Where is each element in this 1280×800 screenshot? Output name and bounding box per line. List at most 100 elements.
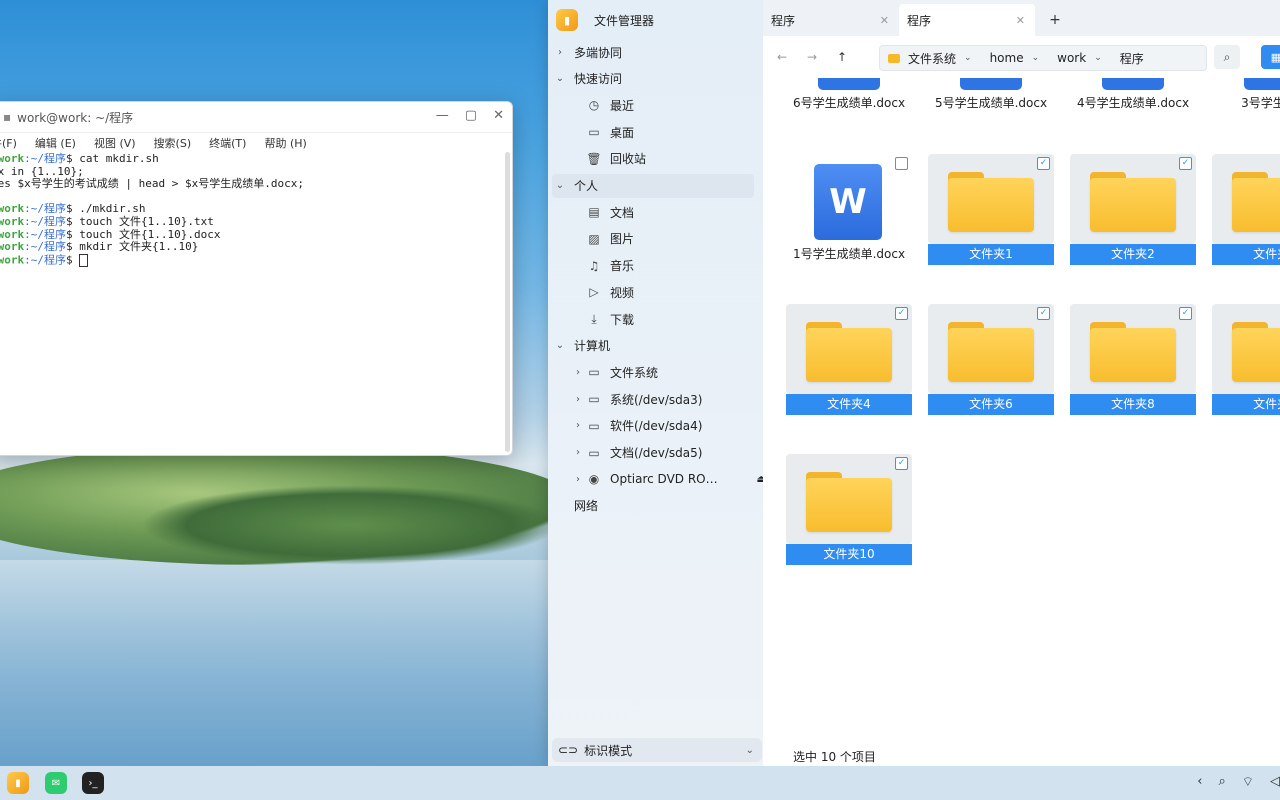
file-label[interactable]: 4号学生成绩单.docx xyxy=(1070,94,1196,111)
file-manager-window[interactable]: ▮ 文件管理器 › 多端协同 ⌄ 快速访问 ◷ 最近 ▭ 桌面 🗑 回收站 ⌄ 个人 ▤ 文档 ▨ 图片 ♫ 音乐… xyxy=(548,0,1280,766)
chevron-icon[interactable]: ⌄ xyxy=(552,340,568,351)
sidebar-item[interactable]: ⌄ 快速访问 xyxy=(552,67,754,91)
sidebar-item[interactable]: 🗑 回收站 xyxy=(552,147,772,171)
chevron-icon[interactable]: › xyxy=(552,47,568,58)
sidebar-item[interactable]: ♫ 音乐 xyxy=(552,254,772,278)
folder-item[interactable]: ✓ 文件夹6 xyxy=(928,304,1054,416)
file-label[interactable]: 5号学生成绩单.docx xyxy=(928,94,1054,111)
checkbox[interactable] xyxy=(895,157,908,170)
folder-item[interactable]: ✓ 文件夹4 xyxy=(786,304,912,416)
folder-item[interactable]: ✓文件夹3 xyxy=(1212,154,1280,266)
prompt-user: @work xyxy=(0,214,25,228)
maximize-icon[interactable]: ▢ xyxy=(465,108,477,123)
breadcrumb-item[interactable]: 程序 xyxy=(1120,50,1144,67)
checkbox[interactable]: ✓ xyxy=(1179,307,1192,320)
sidebar-item[interactable]: ◷ 最近 xyxy=(552,93,772,117)
terminal-menu-item[interactable]: 编辑 (E) xyxy=(35,135,76,151)
sidebar-item[interactable]: › 多端协同 xyxy=(552,40,754,64)
volume-icon[interactable]: ◁ xyxy=(1270,774,1280,790)
folder-icon xyxy=(806,322,892,382)
breadcrumb-item[interactable]: work ⌄ xyxy=(1057,51,1102,65)
minimize-icon[interactable]: — xyxy=(436,108,449,123)
terminal-menu-item[interactable]: 视图 (V) xyxy=(94,135,136,151)
folder-item[interactable]: ✓ 文件夹8 xyxy=(1070,304,1196,416)
file-item[interactable]: W 1号学生成绩单.docx xyxy=(786,154,912,266)
sidebar-item[interactable]: ⌄ 个人 xyxy=(552,173,754,198)
new-tab-button[interactable]: + xyxy=(1035,4,1075,36)
sidebar-item[interactable]: ▷ 视频 xyxy=(552,280,772,304)
sidebar-item-label: 网络 xyxy=(574,499,599,514)
terminal-output[interactable]: @work:~/程序$ cat mkdir.sh x in {1..10};ye… xyxy=(0,152,512,267)
checkbox[interactable]: ✓ xyxy=(895,457,908,470)
toolbar: ← → ↑ 文件系统 ⌄ home ⌄ work ⌄ 程序 ⌕ ▦ xyxy=(763,36,1280,78)
folder-item[interactable]: ✓ 文件夹1 xyxy=(928,154,1054,266)
terminal-window[interactable]: ▪ work@work: ~/程序 — ▢ ✕ 件(F) 编辑 (E) 视图 (V)… xyxy=(0,101,513,456)
file-label[interactable]: 6号学生成绩单.docx xyxy=(786,94,912,111)
chevron-icon[interactable]: › xyxy=(570,394,586,405)
chevron-icon[interactable]: › xyxy=(570,474,586,485)
terminal-menu-item[interactable]: 搜索(S) xyxy=(154,135,192,151)
sidebar-item[interactable]: ⌄ 计算机 xyxy=(552,334,754,358)
icon-view-button[interactable]: ▦ xyxy=(1261,45,1280,69)
search-icon[interactable]: ⌕ xyxy=(1218,774,1225,790)
terminal-menu-item[interactable]: 终端(T) xyxy=(209,135,246,151)
terminal-taskbar-icon[interactable]: ›_ xyxy=(82,772,104,794)
checkbox[interactable]: ✓ xyxy=(895,307,908,320)
breadcrumb-item[interactable]: 文件系统 ⌄ xyxy=(908,50,972,67)
command-text: $ mkdir 文件夹{1..10} xyxy=(66,240,199,254)
chevron-icon[interactable]: › xyxy=(570,367,586,378)
folder-icon xyxy=(1090,172,1176,232)
folder-icon xyxy=(1090,322,1176,382)
folder-item[interactable]: ✓ 文件夹10 xyxy=(786,454,912,566)
sidebar-item[interactable]: › ▭ 文档(/dev/sda5) xyxy=(552,441,772,465)
terminal-menu-item[interactable]: 件(F) xyxy=(0,135,17,151)
sidebar-item[interactable]: ▨ 图片 xyxy=(552,227,772,251)
close-icon[interactable]: ✕ xyxy=(1016,14,1025,27)
folder-item[interactable]: ✓ 文件夹2 xyxy=(1070,154,1196,266)
sidebar-item[interactable]: ⤓ 下载 xyxy=(552,307,772,331)
terminal-menu-item[interactable]: 帮助 (H) xyxy=(264,135,306,151)
document-icon xyxy=(1102,78,1164,90)
folder-icon xyxy=(806,472,892,532)
back-icon[interactable]: ← xyxy=(767,50,797,64)
folder-body xyxy=(806,478,892,532)
forward-icon[interactable]: → xyxy=(797,50,827,64)
sidebar-item-label: 软件(/dev/sda4) xyxy=(610,419,703,434)
sidebar-item[interactable]: 网络 xyxy=(552,494,754,518)
file-label[interactable]: 3号学生成绩 xyxy=(1212,94,1280,111)
chevron-left-icon[interactable]: ‹ xyxy=(1197,774,1202,790)
checkbox[interactable]: ✓ xyxy=(1037,307,1050,320)
sidebar-item[interactable]: ▤ 文档 xyxy=(552,200,772,224)
chevron-icon[interactable]: › xyxy=(570,420,586,431)
checkbox[interactable]: ✓ xyxy=(1037,157,1050,170)
store-taskbar-icon[interactable]: ✉ xyxy=(45,772,67,794)
wifi-icon[interactable]: ⌔ xyxy=(1242,774,1254,790)
sidebar-icon: ▭ xyxy=(588,392,600,407)
sidebar-item[interactable]: › ▭ 软件(/dev/sda4) xyxy=(552,414,772,438)
sidebar-item[interactable]: › ▭ 系统(/dev/sda3) xyxy=(552,387,772,411)
checkbox[interactable]: ✓ xyxy=(1179,157,1192,170)
terminal-scrollbar[interactable] xyxy=(505,152,510,452)
file-manager-taskbar-icon[interactable]: ▮ xyxy=(7,772,29,794)
folder-item[interactable]: ✓文件夹9 xyxy=(1212,304,1280,416)
chevron-icon[interactable]: › xyxy=(570,447,586,458)
system-tray: ‹ ⌕ ⌔ ◁ xyxy=(1197,774,1280,790)
close-icon[interactable]: ✕ xyxy=(880,14,889,27)
chevron-icon[interactable]: ⌄ xyxy=(552,180,568,191)
chevron-icon[interactable]: ⌄ xyxy=(552,73,568,84)
terminal-titlebar[interactable]: ▪ work@work: ~/程序 — ▢ ✕ xyxy=(0,102,512,133)
sidebar-item-label: 个人 xyxy=(574,179,599,193)
up-icon[interactable]: ↑ xyxy=(827,50,857,64)
sidebar-item[interactable]: › ◉ Optiarc DVD RO… ⏏ xyxy=(552,467,772,491)
terminal-line: @work:~/程序$ xyxy=(0,253,512,267)
search-icon[interactable]: ⌕ xyxy=(1214,45,1240,69)
tab-1[interactable]: 程序 ✕ xyxy=(763,4,899,36)
sidebar-item-label: 音乐 xyxy=(610,259,635,274)
breadcrumb-item[interactable]: home ⌄ xyxy=(990,51,1040,65)
tab-label: 程序 xyxy=(907,13,932,28)
view-mode-selector[interactable]: ⊂⊃ 标识模式 ⌄ xyxy=(552,738,762,762)
close-icon[interactable]: ✕ xyxy=(493,108,504,123)
tab-2[interactable]: 程序 ✕ xyxy=(899,4,1035,36)
sidebar-item[interactable]: › ▭ 文件系统 xyxy=(552,360,772,384)
sidebar-item[interactable]: ▭ 桌面 xyxy=(552,120,772,144)
